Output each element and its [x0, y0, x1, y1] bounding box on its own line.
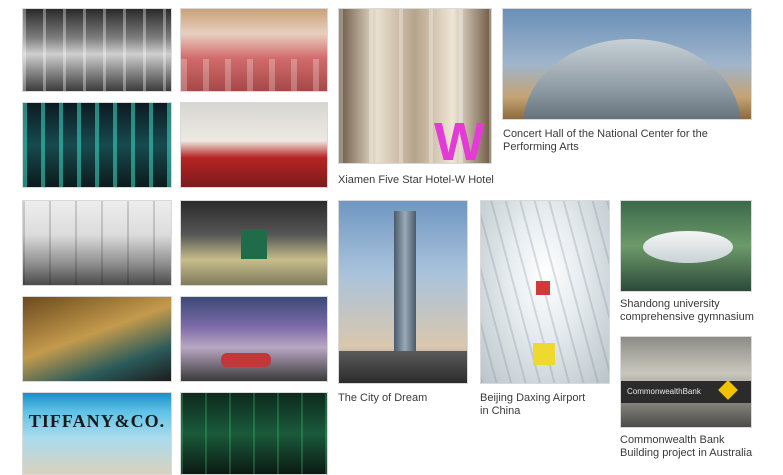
photo-shandong-gymnasium[interactable] [620, 200, 752, 292]
photo-lit-tower-facade[interactable] [22, 102, 172, 188]
caption-concert-hall: Concert Hall of the National Center for … [503, 128, 765, 154]
caption-line: Commonwealth Bank [620, 434, 725, 446]
tiffany-sign-text: TIFFANY&CO. [28, 411, 166, 431]
caption-line: Xiamen Five Star Hotel-W Hotel [338, 174, 494, 186]
photo-auditorium-seats[interactable] [180, 102, 328, 188]
photo-retail-mall[interactable] [22, 200, 172, 286]
photo-storefront-night[interactable] [22, 8, 172, 92]
photo-banquet-hall[interactable] [180, 8, 328, 92]
w-logo: W [434, 112, 485, 164]
photo-commonwealth-bank[interactable]: CommonwealthBank [620, 336, 752, 428]
caption-line: Shandong university [620, 298, 720, 310]
photo-concert-hall[interactable] [502, 8, 752, 120]
caption-line: Beijing Daxing Airport [480, 392, 586, 404]
commonwealth-sign-text: CommonwealthBank [627, 387, 701, 396]
photo-ev-showroom[interactable] [180, 392, 328, 475]
caption-line: Concert Hall of the National Center for … [503, 128, 708, 140]
caption-commonwealth-bank: Commonwealth Bank Building project in Au… [620, 434, 752, 460]
caption-w-hotel: Xiamen Five Star Hotel-W Hotel [338, 174, 494, 187]
caption-line: The City of Dream [338, 392, 428, 404]
caption-line: in China [480, 405, 521, 417]
caption-city-of-dream: The City of Dream [338, 392, 427, 405]
photo-w-hotel-lobby[interactable]: W [338, 8, 492, 164]
photo-atrium-escalators[interactable] [22, 296, 172, 382]
photo-city-of-dream[interactable] [338, 200, 468, 384]
photo-lounge-interior[interactable] [180, 200, 328, 286]
caption-line: comprehensive gymnasium [620, 311, 754, 323]
photo-daxing-airport[interactable] [480, 200, 610, 384]
caption-line: Performing Arts [503, 141, 579, 153]
photo-car-showroom[interactable] [180, 296, 328, 382]
photo-tiffany-store[interactable]: TIFFANY&CO. [22, 392, 172, 475]
caption-line: Building project in Australia [620, 447, 753, 459]
caption-daxing-airport: Beijing Daxing Airport in China [480, 392, 585, 418]
caption-shandong-gymnasium: Shandong university comprehensive gymnas… [620, 298, 754, 324]
